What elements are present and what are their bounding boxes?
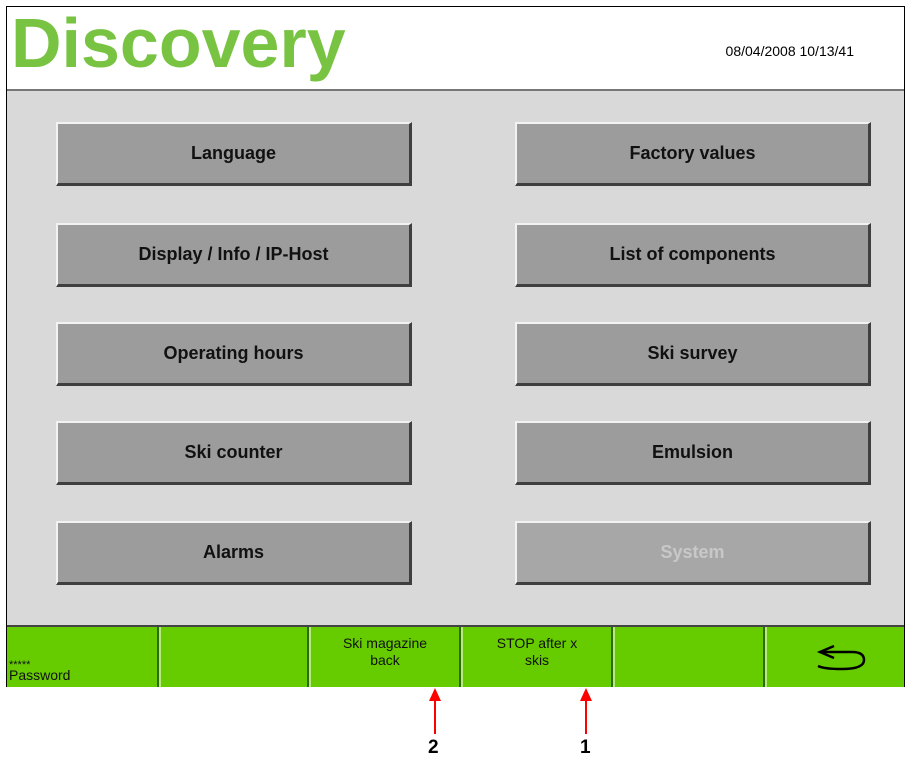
annotation-arrow-2 <box>429 688 441 734</box>
back-button[interactable] <box>765 627 903 687</box>
password-label: Password <box>9 667 71 683</box>
stop-after-skis-button[interactable]: STOP after x skis <box>461 627 613 687</box>
system-button[interactable]: System <box>515 521 871 585</box>
footer-empty-button-1[interactable] <box>159 627 309 687</box>
datetime: 08/04/2008 10/13/41 <box>725 43 854 59</box>
annotation-label-2: 2 <box>428 737 439 758</box>
back-arrow-icon <box>816 644 866 671</box>
ski-magazine-label-1: Ski magazine <box>342 635 428 651</box>
list-of-components-button[interactable]: List of components <box>515 223 871 287</box>
ski-magazine-back-button[interactable]: Ski magazine back <box>309 627 461 687</box>
footer-empty-button-2[interactable] <box>613 627 765 687</box>
stop-label-1: STOP after x <box>496 635 578 651</box>
footer-bar: ***** Password Ski magazine back STOP af… <box>7 625 904 687</box>
annotation-label-1: 1 <box>580 737 591 758</box>
operating-hours-button[interactable]: Operating hours <box>56 322 412 386</box>
hmi-screen: Discovery 08/04/2008 10/13/41 Language F… <box>6 4 905 687</box>
annotation-arrow-1 <box>580 688 592 734</box>
brand-title: Discovery <box>11 4 346 82</box>
display-info-button[interactable]: Display / Info / IP-Host <box>56 223 412 287</box>
ski-magazine-label-2: back <box>370 652 400 668</box>
ski-survey-button[interactable]: Ski survey <box>515 322 871 386</box>
language-button[interactable]: Language <box>56 122 412 186</box>
alarms-button[interactable]: Alarms <box>56 521 412 585</box>
factory-values-button[interactable]: Factory values <box>515 122 871 186</box>
header: Discovery 08/04/2008 10/13/41 <box>7 4 904 91</box>
stop-label-2: skis <box>524 652 550 668</box>
ski-counter-button[interactable]: Ski counter <box>56 421 412 485</box>
password-button[interactable]: ***** Password <box>7 627 159 687</box>
emulsion-button[interactable]: Emulsion <box>515 421 871 485</box>
